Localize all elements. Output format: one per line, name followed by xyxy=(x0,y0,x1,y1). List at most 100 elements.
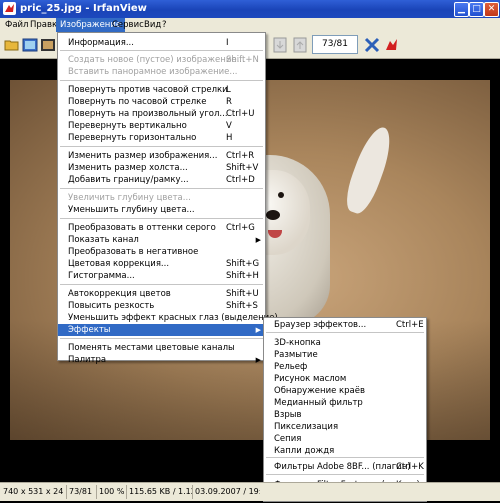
menu-item-label: Повернуть по часовой стрелке xyxy=(68,97,207,107)
page-counter-field[interactable]: 73/81 xyxy=(312,35,358,54)
menu-item-label: Преобразовать в негативное xyxy=(68,247,199,257)
image-menu-item: Вставить панорамное изображение... xyxy=(58,66,265,78)
effects-menu-item[interactable]: Пикселизация xyxy=(264,421,426,433)
image-menu-item[interactable]: Изменить размер холста... Shift+V xyxy=(58,162,265,174)
window-title: pric_25.jpg - IrfanView xyxy=(20,3,147,14)
maximize-button[interactable]: □ xyxy=(469,2,484,17)
menu-item-label: Поменять местами цветовые каналы xyxy=(68,343,235,353)
menu-separator xyxy=(266,474,424,475)
dog-nose xyxy=(266,210,280,220)
image-menu-item[interactable]: Перевернуть вертикально V xyxy=(58,120,265,132)
effects-menu-item[interactable]: Обнаружение краёв xyxy=(264,385,426,397)
menu-item-shortcut: V xyxy=(226,121,232,131)
menu-bar: Файл Правка Изображение Сервис Вид ? xyxy=(0,18,500,32)
image-menu-item[interactable]: Добавить границу/рамку... Ctrl+D xyxy=(58,174,265,186)
image-menu-item[interactable]: Автокоррекция цветов Shift+U xyxy=(58,288,265,300)
effects-menu-item[interactable]: Взрыв xyxy=(264,409,426,421)
status-zoom: 100 % xyxy=(96,485,127,499)
menu-item-shortcut: H xyxy=(226,133,233,143)
menu-item-shortcut: R xyxy=(226,97,232,107)
image-menu-item[interactable]: Гистограмма... Shift+H xyxy=(58,270,265,282)
menu-item-label: Увеличить глубину цвета... xyxy=(68,193,191,203)
image-menu-item[interactable]: Преобразовать в негативное xyxy=(58,246,265,258)
image-menu-item[interactable]: Изменить размер изображения... Ctrl+R xyxy=(58,150,265,162)
next-file-icon[interactable] xyxy=(292,37,308,53)
slideshow-icon[interactable] xyxy=(22,37,38,53)
image-menu-item[interactable]: Цветовая коррекция... Shift+G xyxy=(58,258,265,270)
effects-menu-item[interactable]: Рельеф xyxy=(264,361,426,373)
menu-separator xyxy=(60,284,263,285)
effects-menu-item[interactable]: Размытие xyxy=(264,349,426,361)
minimize-button[interactable]: ▁ xyxy=(454,2,469,17)
effects-menu-item[interactable]: Сепия xyxy=(264,433,426,445)
effects-menu-item[interactable]: Капли дождя xyxy=(264,445,426,457)
open-folder-icon[interactable] xyxy=(4,37,20,53)
image-menu: Информация... I Создать новое (пустое) изо… xyxy=(57,32,278,365)
menu-item-label: Размытие xyxy=(274,350,318,360)
menu-item-label: Уменьшить эффект красных глаз (выделение… xyxy=(68,313,278,323)
menu-item-label: Изменить размер изображения... xyxy=(68,151,218,161)
menu-item-label: Показать канал xyxy=(68,235,139,245)
image-menu-item[interactable]: Повернуть на произвольный угол... Ctrl+U xyxy=(58,108,265,120)
effects-menu-item[interactable]: 3D-кнопка xyxy=(264,337,426,349)
menu-item-shortcut: Shift+H xyxy=(226,271,259,281)
menu-item-label: Перевернуть горизонтально xyxy=(68,133,197,143)
status-index: 73/81 xyxy=(66,485,97,499)
title-bar: pric_25.jpg - IrfanView ▁ □ ✕ xyxy=(0,0,500,18)
status-filesize: 115.65 KB / 1.12 MB xyxy=(126,485,193,499)
image-menu-item[interactable]: Уменьшить эффект красных глаз (выделение… xyxy=(58,312,278,324)
menu-item-label: Обнаружение краёв xyxy=(274,386,366,396)
previous-file-icon[interactable] xyxy=(272,37,288,53)
menu-item-label: Повысить резкость xyxy=(68,301,155,311)
image-menu-item[interactable]: Показать канал ▶ xyxy=(58,234,265,246)
image-menu-item[interactable]: Повернуть против часовой стрелки L xyxy=(58,84,265,96)
image-menu-item[interactable]: Эффекты ▶ xyxy=(58,324,265,336)
irfanview-window: pric_25.jpg - IrfanView ▁ □ ✕ Файл Правк… xyxy=(0,0,500,502)
status-bar: 740 x 531 x 24 BPP 73/81 100 % 115.65 KB… xyxy=(0,482,500,501)
menu-item-label: Перевернуть вертикально xyxy=(68,121,187,131)
menu-item-label: Гистограмма... xyxy=(68,271,135,281)
filmstrip-icon[interactable] xyxy=(40,37,56,53)
menu-separator xyxy=(266,457,424,458)
menu-item-label: Фильтры Adobe 8BF... (плагин) xyxy=(274,462,411,472)
image-menu-item[interactable]: Информация... I xyxy=(58,37,265,49)
menu-help[interactable]: ? xyxy=(158,18,171,32)
image-menu-item[interactable]: Повернуть по часовой стрелке R xyxy=(58,96,265,108)
menu-item-shortcut: I xyxy=(226,38,229,48)
effects-menu-item[interactable]: Медианный фильтр xyxy=(264,397,426,409)
image-menu-item[interactable]: Уменьшить глубину цвета... xyxy=(58,204,265,216)
menu-item-label: Рисунок маслом xyxy=(274,374,347,384)
image-menu-item[interactable]: Преобразовать в оттенки серого Ctrl+G xyxy=(58,222,265,234)
irfanview-icon[interactable] xyxy=(384,37,400,53)
image-menu-item[interactable]: Поменять местами цветовые каналы xyxy=(58,342,265,354)
menu-item-label: Повернуть против часовой стрелки xyxy=(68,85,228,95)
menu-item-shortcut: Ctrl+U xyxy=(226,109,255,119)
menu-item-shortcut: Ctrl+G xyxy=(226,223,255,233)
menu-item-label: Эффекты xyxy=(68,325,111,335)
submenu-arrow-icon: ▶ xyxy=(255,356,261,364)
menu-item-label: Цветовая коррекция... xyxy=(68,259,170,269)
tools-icon[interactable] xyxy=(364,37,380,53)
image-menu-item[interactable]: Палитра ▶ xyxy=(58,354,265,366)
menu-item-label: Добавить границу/рамку... xyxy=(68,175,189,185)
menu-separator xyxy=(60,218,263,219)
menu-item-shortcut: Ctrl+D xyxy=(226,175,255,185)
menu-item-shortcut: Shift+N xyxy=(226,55,259,65)
menu-item-shortcut: Shift+S xyxy=(226,301,258,311)
image-menu-item[interactable]: Перевернуть горизонтально H xyxy=(58,132,265,144)
menu-item-label: Палитра xyxy=(68,355,107,365)
effects-menu-item[interactable]: Рисунок маслом xyxy=(264,373,426,385)
effects-menu-item[interactable]: Браузер эффектов... Ctrl+E xyxy=(264,319,426,331)
menu-item-label: Медианный фильтр xyxy=(274,398,363,408)
effects-menu-item[interactable]: Фильтры Adobe 8BF... (плагин) Ctrl+K xyxy=(264,461,426,473)
menu-separator xyxy=(266,332,424,333)
menu-item-label: Повернуть на произвольный угол... xyxy=(68,109,228,119)
close-button[interactable]: ✕ xyxy=(484,2,499,17)
menu-item-label: Пикселизация xyxy=(274,422,339,432)
menu-item-label: Рельеф xyxy=(274,362,308,372)
dog-eye xyxy=(278,192,284,198)
menu-item-label: Вставить панорамное изображение... xyxy=(68,67,238,77)
image-menu-item[interactable]: Повысить резкость Shift+S xyxy=(58,300,265,312)
menu-item-shortcut: Ctrl+E xyxy=(396,320,424,330)
submenu-arrow-icon: ▶ xyxy=(255,326,261,334)
